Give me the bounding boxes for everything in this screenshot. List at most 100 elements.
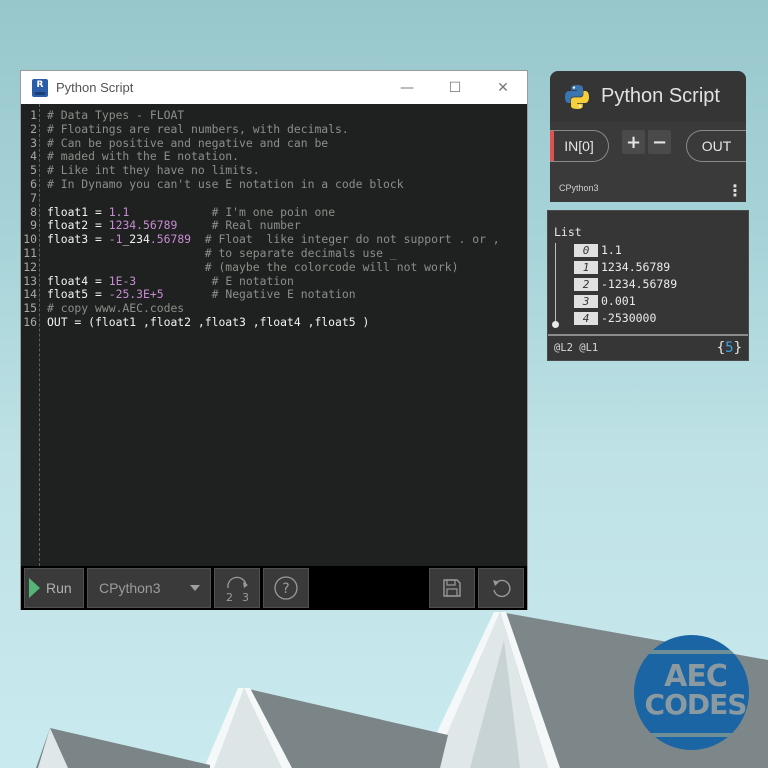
close-button[interactable]: ✕ bbox=[479, 71, 527, 104]
count-brace-open: { bbox=[716, 340, 726, 356]
list-index-badge: 1 bbox=[574, 260, 598, 274]
line-number: 4 bbox=[30, 149, 37, 164]
add-input-button[interactable]: + bbox=[622, 130, 645, 154]
code-line: 8 float1 = 1.1 # I'm one poin one bbox=[21, 204, 500, 220]
engine-dropdown[interactable]: CPython3 bbox=[87, 568, 211, 608]
minimize-button[interactable]: — bbox=[383, 71, 431, 104]
window-title: Python Script bbox=[56, 80, 134, 95]
line-source: float3 = -1_234.56789 # Float like integ… bbox=[38, 232, 500, 247]
code-number: 1234.56789 bbox=[108, 218, 178, 233]
list-item-value: -1234.56789 bbox=[601, 277, 678, 291]
preview-list-item: 4 -2530000 bbox=[574, 311, 656, 325]
line-source: # Data Types - FLOAT bbox=[38, 108, 185, 123]
preview-list-item: 2 -1234.56789 bbox=[574, 277, 677, 291]
line-source: float5 = -25.3E+5 # Negative E notation bbox=[38, 287, 356, 302]
list-item-value: -2530000 bbox=[601, 311, 657, 325]
python-script-node[interactable]: Python Script IN[0] + − OUT CPython3 ⋮ bbox=[550, 71, 746, 202]
code-line: 4 # maded with the E notation. bbox=[21, 149, 500, 164]
engine-selected-value: CPython3 bbox=[99, 580, 161, 596]
code-line: 2 # Floatings are real numbers, with deci… bbox=[21, 122, 500, 137]
maximize-button[interactable]: ☐ bbox=[431, 71, 479, 104]
preview-list-item: 3 0.001 bbox=[574, 294, 636, 308]
plus-icon: + bbox=[625, 131, 642, 153]
code-number: .56789 bbox=[149, 232, 192, 247]
input-port-in0[interactable]: IN[0] bbox=[550, 130, 609, 162]
code-line: 9 float2 = 1234.56789 # Real number bbox=[21, 218, 500, 233]
code-line: 15 # copy www.AEC.codes bbox=[21, 301, 500, 316]
code-editor[interactable]: 1 # Data Types - FLOAT 2 # Floatings are re… bbox=[21, 104, 527, 566]
code-comment: # Float like integer do not support . or… bbox=[204, 232, 500, 247]
window-controls: — ☐ ✕ bbox=[383, 71, 527, 104]
play-icon bbox=[29, 578, 40, 598]
code-line: 6 # In Dynamo you can't use E notation in… bbox=[21, 176, 500, 192]
code-line: 11 # to separate decimals use _ bbox=[21, 245, 500, 261]
logo-stripe-bottom bbox=[634, 733, 749, 737]
convert-to-label: 3 bbox=[242, 591, 249, 604]
preview-footer: @L2 @L1 {5} bbox=[548, 334, 748, 360]
list-index-badge: 4 bbox=[574, 311, 598, 325]
undo-icon bbox=[493, 579, 511, 598]
code-comment: # Real number bbox=[211, 218, 301, 233]
list-index-badge: 3 bbox=[574, 294, 598, 308]
code-comment: # maded with the E notation. bbox=[47, 149, 240, 164]
list-index-badge: 0 bbox=[574, 243, 598, 257]
python-script-editor-window: R Python Script — ☐ ✕ 1 # Data Types - FL… bbox=[20, 70, 528, 610]
minus-icon: − bbox=[651, 131, 668, 153]
line-number: 13 bbox=[23, 273, 37, 288]
line-number: 3 bbox=[30, 135, 37, 150]
line-number: 14 bbox=[23, 287, 37, 302]
run-button[interactable]: Run bbox=[24, 568, 84, 608]
line-source: # In Dynamo you can't use E notation in … bbox=[38, 176, 404, 192]
code-comment: # Data Types - FLOAT bbox=[47, 108, 185, 122]
list-levels[interactable]: @L2 @L1 bbox=[554, 342, 598, 354]
line-source: float4 = 1E-3 # E notation bbox=[38, 273, 294, 289]
output-port-out[interactable]: OUT bbox=[686, 130, 746, 162]
minimize-icon: — bbox=[400, 79, 414, 96]
node-menu-icon[interactable]: ⋮ bbox=[727, 183, 743, 199]
preview-list-item: 0 1.1 bbox=[574, 243, 622, 257]
code-comment: # In Dynamo you can't use E notation in … bbox=[47, 176, 404, 191]
revert-button[interactable] bbox=[478, 568, 524, 608]
code-number: -25.3E+5 bbox=[108, 287, 164, 302]
help-button[interactable]: ? bbox=[263, 568, 309, 608]
window-titlebar[interactable]: R Python Script — ☐ ✕ bbox=[21, 71, 527, 104]
code-text: _234 bbox=[122, 232, 150, 247]
logo-stripe-top bbox=[634, 650, 749, 654]
list-tree-line bbox=[555, 243, 556, 323]
code-comment: # E notation bbox=[211, 273, 294, 288]
node-output-preview[interactable]: List 0 1.1 1 1234.56789 2 -1234.56789 3 0.001 4-… bbox=[547, 210, 749, 361]
code-line: 1 # Data Types - FLOAT bbox=[21, 108, 500, 123]
code-text: OUT = (float1 ,float2 ,float3 ,float4 ,f… bbox=[47, 314, 370, 329]
code-line: 16 OUT = (float1 ,float2 ,float3 ,float4 … bbox=[21, 314, 500, 330]
convert-python2-to-3-button[interactable]: 2 3 bbox=[214, 568, 260, 608]
help-icon: ? bbox=[274, 576, 298, 600]
node-header[interactable]: Python Script bbox=[550, 71, 746, 122]
line-number: 9 bbox=[30, 218, 37, 233]
remove-input-button[interactable]: − bbox=[648, 130, 671, 154]
line-number: 11 bbox=[23, 245, 37, 260]
code-comment: # copy www.AEC.codes bbox=[47, 301, 185, 316]
count-brace-close: } bbox=[733, 340, 742, 356]
preview-list-item: 1 1234.56789 bbox=[574, 260, 670, 274]
list-item-value: 1234.56789 bbox=[601, 260, 671, 274]
migrate-2-to-3-icon: 2 3 bbox=[226, 576, 249, 604]
help-glyph: ? bbox=[282, 581, 289, 597]
line-number: 8 bbox=[30, 204, 37, 219]
code-line: 7 bbox=[21, 191, 500, 206]
list-count: {5} bbox=[717, 340, 742, 356]
code-number: -1 bbox=[108, 232, 123, 247]
code-line: 3 # Can be positive and negative and can … bbox=[21, 135, 500, 151]
code-text: float1 = bbox=[47, 204, 109, 219]
line-source: # Like int they have no limits. bbox=[38, 163, 260, 178]
save-button[interactable] bbox=[429, 568, 475, 608]
run-label: Run bbox=[46, 580, 72, 596]
code-text: float4 = bbox=[47, 273, 109, 288]
line-number: 5 bbox=[30, 163, 37, 178]
code-line: 13 float4 = 1E-3 # E notation bbox=[21, 273, 500, 289]
logo-text-codes: CODES bbox=[644, 688, 748, 721]
line-source: # Can be positive and negative and can b… bbox=[38, 136, 328, 151]
code-text: float3 = bbox=[47, 232, 109, 247]
save-icon bbox=[443, 579, 461, 597]
